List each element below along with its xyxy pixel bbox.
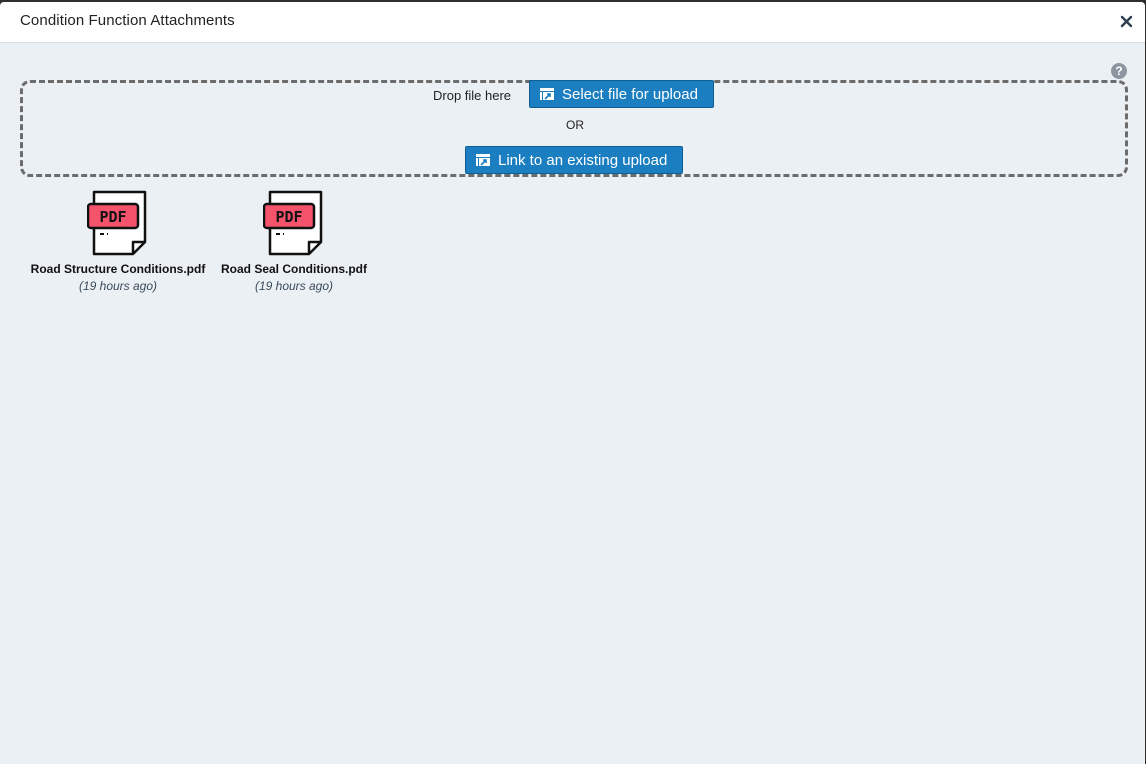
attachments-dialog: Condition Function Attachments ? Drop fi…: [0, 2, 1145, 764]
attachment-name[interactable]: Road Structure Conditions.pdf: [22, 262, 214, 276]
upload-folder-icon: [475, 153, 491, 167]
link-existing-label: Link to an existing upload: [498, 151, 668, 169]
attachment-name[interactable]: Road Seal Conditions.pdf: [214, 262, 374, 276]
upload-folder-icon: [539, 87, 555, 101]
attachment-item[interactable]: PDF Road Seal Conditions.pdf (19 hours a…: [214, 190, 374, 293]
attachment-time: (19 hours ago): [254, 279, 334, 293]
close-icon[interactable]: [1119, 12, 1135, 30]
pdf-file-icon: PDF: [22, 190, 214, 261]
drop-file-label: Drop file here: [433, 88, 512, 103]
help-icon[interactable]: ?: [1111, 63, 1127, 79]
select-file-label: Select file for upload: [562, 85, 698, 103]
attachment-item[interactable]: PDF Road Structure Conditions.pdf (19 ho…: [22, 190, 214, 293]
svg-text:PDF: PDF: [275, 208, 302, 226]
or-separator: OR: [566, 118, 584, 132]
attachment-time: (19 hours ago): [78, 279, 158, 293]
link-existing-upload-button[interactable]: Link to an existing upload: [465, 146, 683, 174]
dialog-title: Condition Function Attachments: [20, 12, 235, 29]
dialog-header: Condition Function Attachments: [0, 2, 1145, 43]
svg-text:PDF: PDF: [99, 208, 126, 226]
select-file-button[interactable]: Select file for upload: [529, 80, 714, 108]
pdf-file-icon: PDF: [214, 190, 374, 261]
